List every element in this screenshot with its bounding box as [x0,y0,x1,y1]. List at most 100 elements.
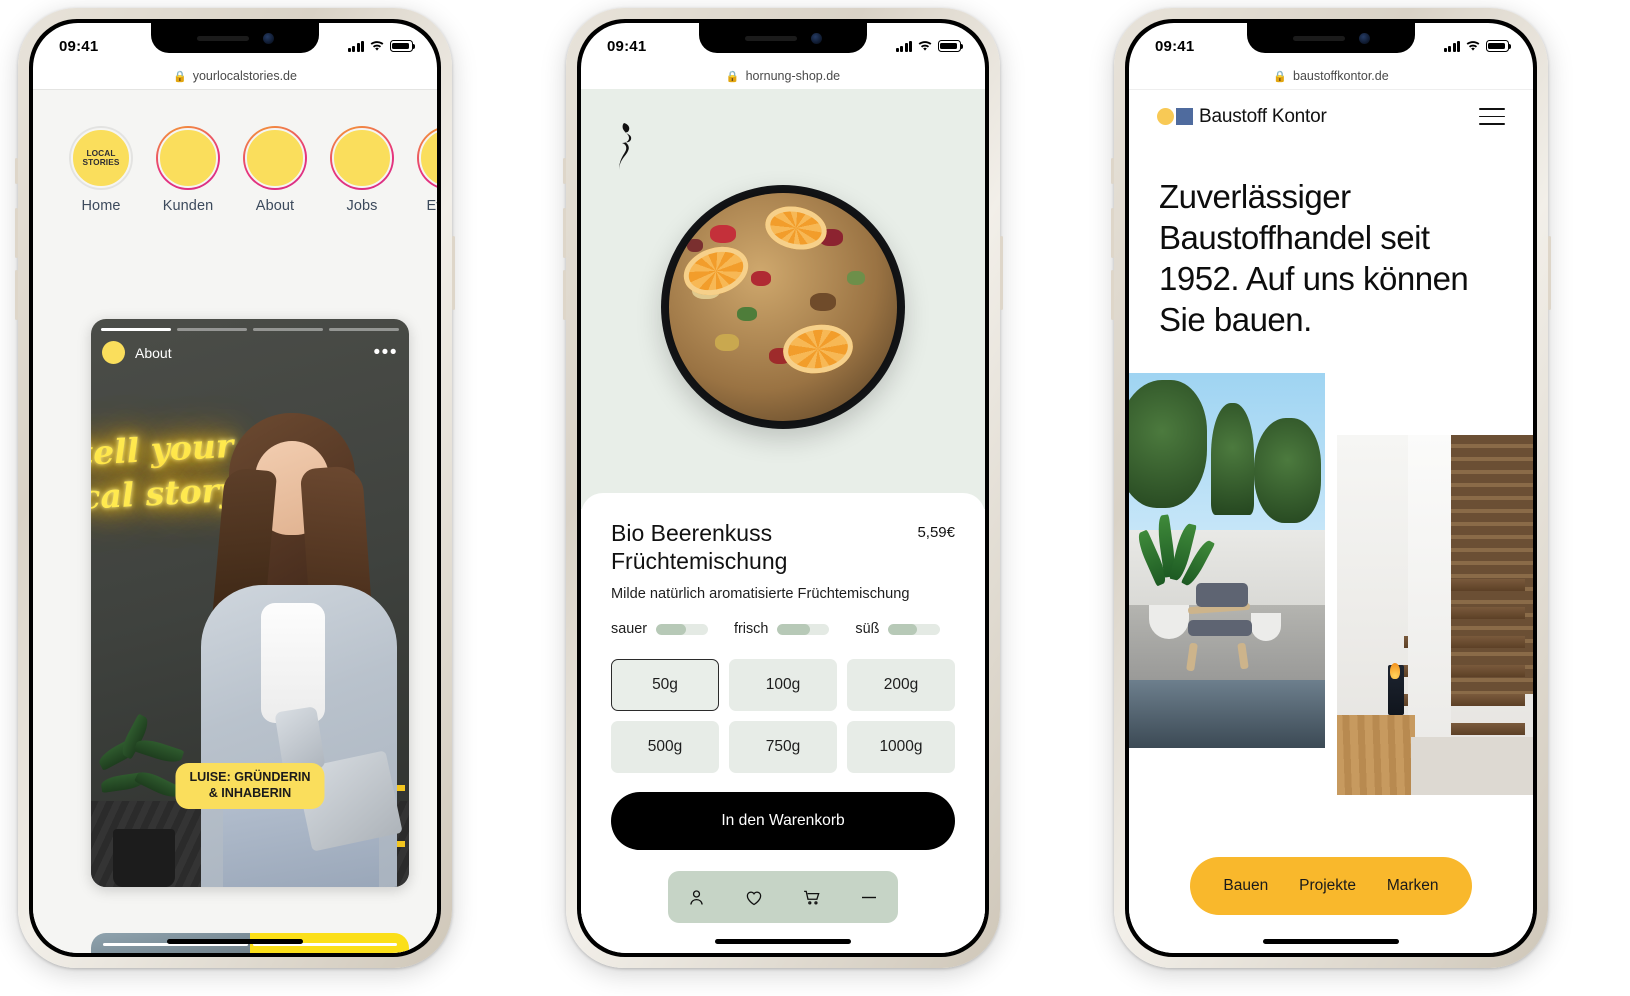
volume-up-button[interactable] [1111,208,1114,258]
account-person-icon[interactable] [685,885,709,909]
phone-mockup-local-stories: 09:41 🔒 yourlocalstories.de LOCAL STORIE… [15,8,455,968]
page-headline: Zuverlässiger Baustoffhandel seit 1952. … [1159,178,1469,338]
story-avatar-jobs [332,128,392,188]
phone-bezel: 09:41 🔒 baustoffkontor.de Baustoff Konto… [1125,19,1537,957]
cellular-bars-icon [895,40,912,52]
volume-down-button[interactable] [563,270,566,320]
brand-name: Baustoff Kontor [1199,105,1327,127]
story-avatar-about [245,128,305,188]
story-item-about[interactable]: About [243,126,307,214]
menu-lines-icon[interactable] [857,885,881,909]
lock-icon: 🔒 [725,70,740,83]
product-title: Bio Beerenkuss Früchtemischung [611,520,788,575]
story-label-about: About [255,198,295,214]
phone2-content: Bio Beerenkuss Früchtemischung 5,59€ Mil… [581,89,985,953]
logo-square-icon [1176,108,1193,125]
product-detail-card: Bio Beerenkuss Früchtemischung 5,59€ Mil… [581,493,985,924]
logo-circle-icon [1157,108,1174,125]
power-button[interactable] [1548,236,1551,310]
story-author-name: About [135,344,172,361]
home-indicator[interactable] [715,939,851,944]
browser-url-bar[interactable]: 🔒 hornung-shop.de [581,63,985,89]
home-indicator[interactable] [1263,939,1399,944]
taste-profile: sauer frisch süß [611,621,955,637]
taste-frisch: frisch [734,621,830,637]
front-camera-icon [810,32,822,44]
person-photo-illustration [195,407,409,887]
power-button[interactable] [1000,236,1003,310]
taste-meter-frisch [777,623,830,635]
weight-option-200g[interactable]: 200g [847,659,955,712]
product-title-row: Bio Beerenkuss Früchtemischung 5,59€ [611,519,955,575]
bottom-nav-pill: Bauen Projekte Marken [1190,857,1472,915]
more-dots-icon[interactable]: ••• [374,343,398,361]
volume-down-button[interactable] [1111,270,1114,320]
url-text: yourlocalstories.de [192,69,297,83]
browser-url-bar[interactable]: 🔒 baustoffkontor.de [1129,63,1533,89]
status-indicators [347,40,416,52]
gallery-image-terrace[interactable] [1129,372,1325,748]
power-button[interactable] [452,236,455,310]
battery-full-icon [1486,40,1512,52]
taste-label-sauer: sauer [611,621,647,638]
heart-wishlist-icon[interactable] [742,885,766,909]
front-camera-icon [1358,32,1370,44]
taste-sauer: sauer [611,621,708,637]
mute-switch[interactable] [1111,158,1114,184]
mute-switch[interactable] [563,158,566,184]
wifi-icon [918,41,932,51]
story-item-events[interactable]: Events [417,126,437,214]
earpiece-speaker [1292,35,1345,41]
volume-up-button[interactable] [15,208,18,258]
weight-option-50g[interactable]: 50g [611,659,719,712]
story-avatar-events [419,128,437,188]
weight-option-500g[interactable]: 500g [611,721,719,774]
nav-item-marken[interactable]: Marken [1387,877,1439,895]
taste-meter-suess [888,623,941,635]
bottom-tab-bar [668,871,898,924]
story-ring [243,126,307,190]
product-image-fruit-bowl [661,185,905,429]
site-header: Baustoff Kontor [1129,89,1533,143]
mute-switch[interactable] [15,158,18,184]
battery-full-icon [390,40,416,52]
story-label-kunden: Kunden [162,198,214,214]
notch [151,23,319,53]
taste-meter-sauer [656,623,708,635]
status-time: 09:41 [607,37,647,55]
phone1-content: LOCAL STORIES Home Kunden About Jobs E A… [33,90,437,953]
story-card-about[interactable]: About ••• tell your cal story LUISE: GRÜ… [91,319,409,887]
brand-logo[interactable]: Baustoff Kontor [1157,106,1327,128]
shopping-cart-icon[interactable] [800,885,824,909]
volume-up-button[interactable] [563,208,566,258]
weight-option-750g[interactable]: 750g [729,721,837,774]
story-ring: LOCAL STORIES [69,126,133,190]
battery-full-icon [938,40,964,52]
story-label-jobs: Jobs [346,198,378,214]
nav-item-bauen[interactable]: Bauen [1223,877,1268,895]
story-item-kunden[interactable]: Kunden [156,126,220,214]
story-author-avatar [102,341,125,364]
browser-url-bar[interactable]: 🔒 yourlocalstories.de [33,63,437,89]
phone1-screen: 09:41 🔒 yourlocalstories.de LOCAL STORIE… [33,23,437,953]
phone-bezel: 09:41 🔒 yourlocalstories.de LOCAL STORIE… [29,19,441,957]
story-ring [156,126,220,190]
weight-option-1000g[interactable]: 1000g [847,721,955,774]
weight-option-100g[interactable]: 100g [729,659,837,712]
url-text: baustoffkontor.de [1293,69,1389,83]
gallery-image-staircase[interactable] [1337,434,1533,795]
story-progress-bars [101,328,399,331]
url-text: hornung-shop.de [745,69,841,83]
hornung-brandmark-icon[interactable] [611,121,641,179]
story-item-home[interactable]: LOCAL STORIES Home [69,126,133,214]
story-ring [330,126,394,190]
story-ring [417,126,437,190]
story-item-jobs[interactable]: Jobs [330,126,394,214]
nav-item-projekte[interactable]: Projekte [1299,877,1356,895]
volume-down-button[interactable] [15,270,18,320]
earpiece-speaker [196,35,249,41]
orange-slice [780,320,856,378]
add-to-cart-button[interactable]: In den Warenkorb [611,792,955,851]
hamburger-menu-icon[interactable] [1479,107,1505,126]
home-indicator[interactable] [167,939,303,944]
